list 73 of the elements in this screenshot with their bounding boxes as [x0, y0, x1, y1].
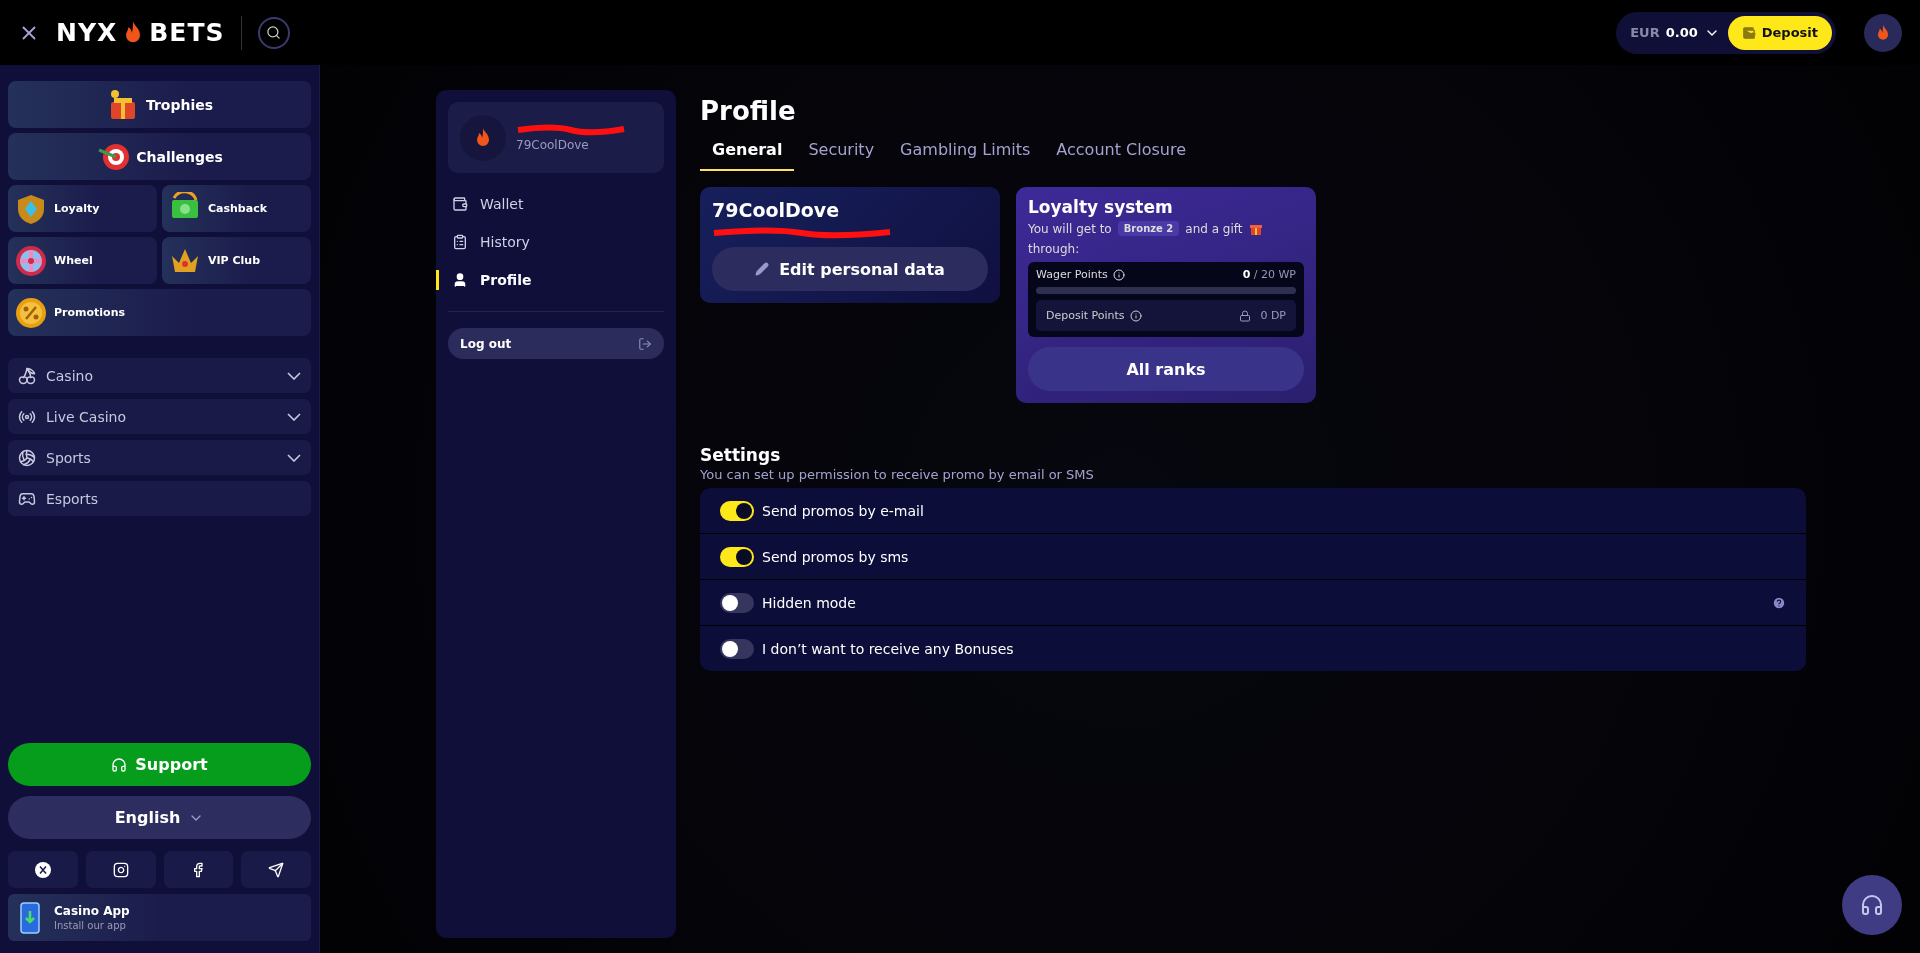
app-subtitle: Install our app [54, 920, 127, 931]
promo-tile[interactable]: Loyalty [8, 185, 157, 232]
help-icon[interactable] [1772, 595, 1786, 610]
ball-icon [18, 448, 36, 467]
language-button[interactable]: English [8, 796, 311, 839]
wager-label: Wager Points [1036, 268, 1108, 281]
username: 79CoolDove [516, 137, 590, 152]
deposit-label: Deposit Points [1046, 309, 1125, 322]
promo-tile[interactable]: Challenges [8, 133, 311, 180]
tab[interactable]: Gambling Limits [888, 134, 1043, 171]
wager-reading: 0 / 20 WP [1242, 268, 1296, 281]
promo-tile[interactable]: Wheel [8, 237, 157, 284]
tab[interactable]: Account Closure [1044, 134, 1198, 171]
wheel-icon [14, 243, 48, 278]
info-icon [1112, 268, 1125, 281]
logout-button[interactable]: Log out [448, 328, 664, 359]
logout-icon [638, 336, 652, 351]
promo-tile[interactable]: VIP Club [162, 237, 311, 284]
search-button[interactable] [257, 16, 290, 49]
app-banner[interactable]: Casino App Install our app [8, 894, 311, 941]
setting-label: Send promos by sms [762, 548, 910, 565]
promo-tile[interactable]: Promotions [8, 289, 311, 336]
toggle-switch[interactable] [720, 592, 754, 613]
x-logo-icon [34, 861, 51, 878]
deposit-reading: 0 DP [1260, 309, 1286, 322]
section-title: Settings [700, 445, 782, 465]
wallet-icon [452, 196, 468, 212]
menu-item[interactable]: Esports [8, 481, 311, 516]
setting-label: I don’t want to receive any Bonuses [762, 640, 1015, 657]
loyalty-text: through: [1028, 242, 1080, 256]
toggle-switch[interactable] [720, 546, 754, 567]
toggle-switch[interactable] [720, 638, 754, 659]
loyalty-text: You will get to [1028, 221, 1112, 236]
social-button[interactable] [8, 851, 78, 888]
avatar[interactable] [1864, 13, 1902, 52]
logo: NYX BETS [56, 18, 225, 47]
phone-icon [20, 901, 40, 934]
percent-icon [14, 295, 48, 330]
social-button[interactable] [241, 851, 311, 888]
social-button[interactable] [85, 851, 156, 888]
promo-tile[interactable]: Trophies [8, 81, 311, 128]
wallet-icon [1741, 25, 1756, 40]
instagram-icon [112, 861, 129, 878]
page-title: Profile [700, 96, 797, 126]
card-title: Loyalty system [1028, 197, 1174, 217]
balance-dropdown[interactable]: EUR 0.00 [1630, 24, 1720, 41]
menu-item[interactable]: Sports [8, 440, 311, 475]
loyalty-text: and a gift [1185, 221, 1243, 236]
search-icon [266, 25, 281, 40]
pencil-icon [755, 262, 770, 276]
support-button[interactable]: Support [8, 743, 311, 786]
promo-tile[interactable]: Cashback [162, 185, 311, 232]
paper-plane-icon [268, 861, 285, 878]
cherry-icon [18, 366, 36, 385]
all-ranks-button[interactable]: All ranks [1028, 347, 1304, 391]
username: 79CoolDove [712, 199, 841, 221]
headset-icon [1860, 893, 1884, 917]
menu-item[interactable]: Casino [8, 358, 311, 393]
tab[interactable]: Security [796, 134, 887, 171]
edit-button[interactable]: Edit personal data [712, 247, 988, 291]
info-icon [1129, 309, 1142, 322]
user-icon [452, 272, 468, 288]
headset-icon [111, 756, 128, 773]
setting-label: Hidden mode [762, 594, 857, 611]
clipboard-icon [452, 234, 468, 250]
section-subtitle: You can set up permission to receive promo by email or SMS [700, 467, 1095, 482]
rank-badge: Bronze 2 [1117, 221, 1180, 236]
toggle-switch[interactable] [720, 500, 754, 521]
tab[interactable]: General [700, 134, 795, 171]
menu-item[interactable]: Live Casino [8, 399, 311, 434]
app-title: Casino App [54, 904, 130, 918]
deposit-button[interactable]: Deposit [1727, 15, 1832, 50]
setting-label: Send promos by e-mail [762, 502, 925, 519]
